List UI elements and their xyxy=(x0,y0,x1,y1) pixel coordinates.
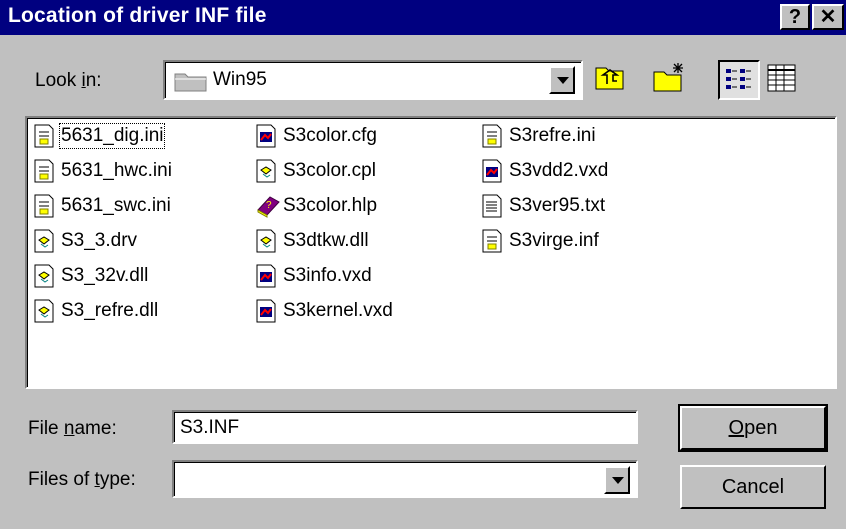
file-item[interactable]: 5631_dig.ini xyxy=(33,122,166,150)
files-of-type-label-a: Files of xyxy=(28,469,95,490)
system-file-icon xyxy=(255,159,277,183)
ini-file-icon xyxy=(33,124,55,148)
file-item[interactable]: 5631_hwc.ini xyxy=(33,157,172,185)
svg-text:?: ? xyxy=(266,200,272,211)
look-in-dropdown-arrow[interactable] xyxy=(549,66,575,94)
file-item[interactable]: S3color.cfg xyxy=(255,122,377,150)
file-item-name: S3_32v.dll xyxy=(61,265,149,286)
look-in-value: Win95 xyxy=(213,69,267,90)
ini-file-icon xyxy=(481,229,503,253)
ini-file-icon xyxy=(33,194,55,218)
help-button[interactable]: ? xyxy=(780,4,810,30)
driver-file-icon xyxy=(255,264,277,288)
look-in-combobox[interactable]: Win95 xyxy=(163,60,583,100)
files-of-type-dropdown-arrow[interactable] xyxy=(604,466,630,494)
file-item[interactable]: S3refre.ini xyxy=(481,122,596,150)
file-item[interactable]: S3info.vxd xyxy=(255,262,372,290)
close-icon: ✕ xyxy=(819,6,837,28)
new-folder-button[interactable] xyxy=(648,60,690,100)
file-name-label: File name: xyxy=(28,418,117,440)
folder-icon xyxy=(174,73,207,92)
text-file-icon xyxy=(481,194,503,218)
list-view-icon xyxy=(726,69,751,89)
file-item-name: S3_refre.dll xyxy=(61,300,159,321)
close-button[interactable]: ✕ xyxy=(812,4,844,30)
file-item[interactable]: S3color.cpl xyxy=(255,157,376,185)
system-file-icon xyxy=(33,229,55,253)
cancel-button[interactable]: Cancel xyxy=(680,465,826,509)
driver-file-icon xyxy=(481,159,503,183)
file-item[interactable]: S3_refre.dll xyxy=(33,297,158,325)
file-item[interactable]: S3virge.inf xyxy=(481,227,599,255)
look-in-label-b: n: xyxy=(85,70,102,91)
file-item-name: S3vdd2.vxd xyxy=(509,160,609,181)
file-item-name: S3dtkw.dll xyxy=(283,230,369,251)
file-list[interactable]: 5631_dig.ini 5631_hwc.ini 5631_swc.ini S3_3… xyxy=(25,116,837,389)
system-file-icon xyxy=(33,264,55,288)
files-of-type-combobox[interactable] xyxy=(172,460,638,498)
file-item-name: S3kernel.vxd xyxy=(283,300,393,321)
file-item[interactable]: S3_3.drv xyxy=(33,227,137,255)
dialog-title: Location of driver INF file xyxy=(8,4,267,27)
system-file-icon xyxy=(33,299,55,323)
look-in-label: Look in: xyxy=(35,70,102,92)
cancel-button-label: Cancel xyxy=(721,475,785,498)
file-item-name: S3color.hlp xyxy=(283,195,378,216)
open-button[interactable]: Open xyxy=(678,404,828,452)
title-bar[interactable]: Location of driver INF file ? ✕ xyxy=(0,0,846,35)
help-book-icon: ? xyxy=(255,194,280,218)
up-folder-icon xyxy=(595,67,624,90)
ini-file-icon xyxy=(33,159,55,183)
details-view-button[interactable] xyxy=(762,60,804,100)
new-folder-icon xyxy=(653,63,683,92)
files-of-type-label: Files of type: xyxy=(28,469,136,491)
ini-file-icon xyxy=(481,124,503,148)
file-item[interactable]: S3_32v.dll xyxy=(33,262,148,290)
file-item-name: 5631_dig.ini xyxy=(58,123,166,149)
file-item[interactable]: 5631_swc.ini xyxy=(33,192,171,220)
file-item[interactable]: S3ver95.txt xyxy=(481,192,605,220)
driver-file-icon xyxy=(255,299,277,323)
file-item-name: S3info.vxd xyxy=(283,265,372,286)
file-name-label-b: ame: xyxy=(74,418,117,439)
file-name-label-a: File xyxy=(28,418,64,439)
files-of-type-label-b: ype: xyxy=(99,469,136,490)
open-button-label: pen xyxy=(744,416,778,439)
driver-file-icon xyxy=(255,124,277,148)
list-view-button[interactable] xyxy=(718,60,760,100)
file-item[interactable]: ? S3color.hlp xyxy=(255,192,377,220)
file-item-name: 5631_hwc.ini xyxy=(61,160,172,181)
file-item-name: S3color.cpl xyxy=(283,160,376,181)
file-item-name: 5631_swc.ini xyxy=(61,195,171,216)
file-item-name: S3_3.drv xyxy=(61,230,138,251)
look-in-label-a: Look xyxy=(35,70,82,91)
system-file-icon xyxy=(255,229,277,253)
file-item[interactable]: S3dtkw.dll xyxy=(255,227,369,255)
file-name-value: S3.INF xyxy=(180,417,240,438)
file-name-input[interactable]: S3.INF xyxy=(172,410,638,444)
file-item-name: S3refre.ini xyxy=(509,125,596,146)
file-item[interactable]: S3kernel.vxd xyxy=(255,297,393,325)
file-name-label-accel: n xyxy=(63,418,75,439)
file-item-name: S3virge.inf xyxy=(509,230,599,251)
open-button-accel: O xyxy=(728,416,745,439)
file-item-name: S3color.cfg xyxy=(283,125,377,146)
file-item[interactable]: S3vdd2.vxd xyxy=(481,157,608,185)
file-item-name: S3ver95.txt xyxy=(509,195,606,216)
up-one-level-button[interactable] xyxy=(590,60,632,100)
details-view-icon xyxy=(767,64,796,92)
